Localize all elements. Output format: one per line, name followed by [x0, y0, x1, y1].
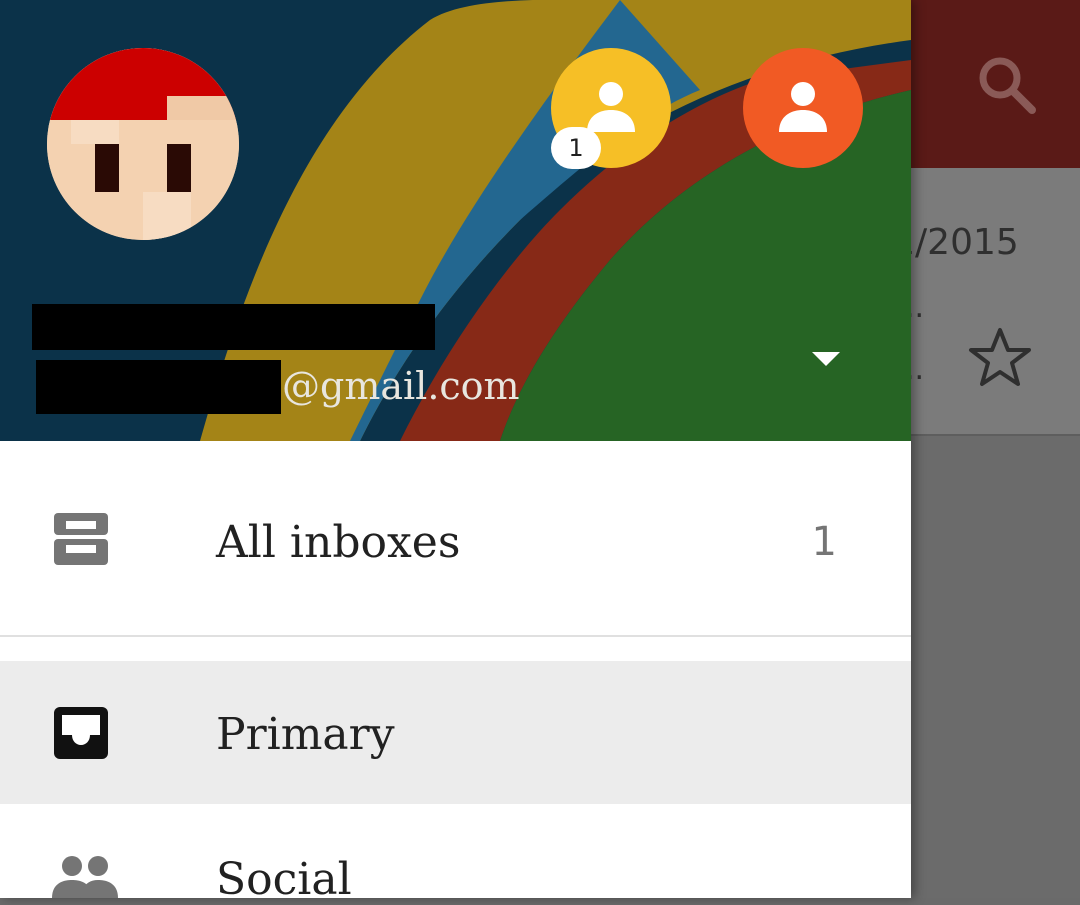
nav-label-primary: Primary: [216, 709, 395, 760]
star-icon[interactable]: [968, 326, 1032, 390]
inbox-icon: [54, 707, 108, 759]
account-email-domain: @gmail.com: [282, 364, 520, 408]
unread-badge: 1: [551, 127, 601, 169]
nav-label-social: Social: [216, 854, 352, 905]
nav-item-all-inboxes[interactable]: All inboxes 1: [0, 441, 911, 635]
redacted-email-user: [36, 360, 281, 414]
navigation-drawer: 1 @gmail.com All inboxes 1 Primary Socia…: [0, 0, 911, 905]
account-header: 1 @gmail.com: [0, 0, 911, 441]
nav-label-all-inboxes: All inboxes: [216, 517, 461, 568]
search-icon[interactable]: [976, 54, 1040, 118]
redacted-account-name: [32, 304, 435, 350]
divider: [0, 635, 911, 637]
people-icon: [52, 856, 118, 898]
pixel-avatar-image: [47, 48, 239, 240]
person-icon: [779, 82, 827, 132]
person-icon: [587, 82, 635, 132]
nav-item-primary[interactable]: Primary: [0, 661, 911, 804]
nav-count-all-inboxes: 1: [811, 519, 837, 565]
nav-item-social[interactable]: Social: [0, 804, 911, 905]
all-inboxes-icon: [54, 513, 108, 565]
account-dropdown-icon[interactable]: [808, 346, 844, 370]
tertiary-account-avatar[interactable]: [743, 48, 863, 168]
profile-avatar[interactable]: [47, 48, 239, 240]
